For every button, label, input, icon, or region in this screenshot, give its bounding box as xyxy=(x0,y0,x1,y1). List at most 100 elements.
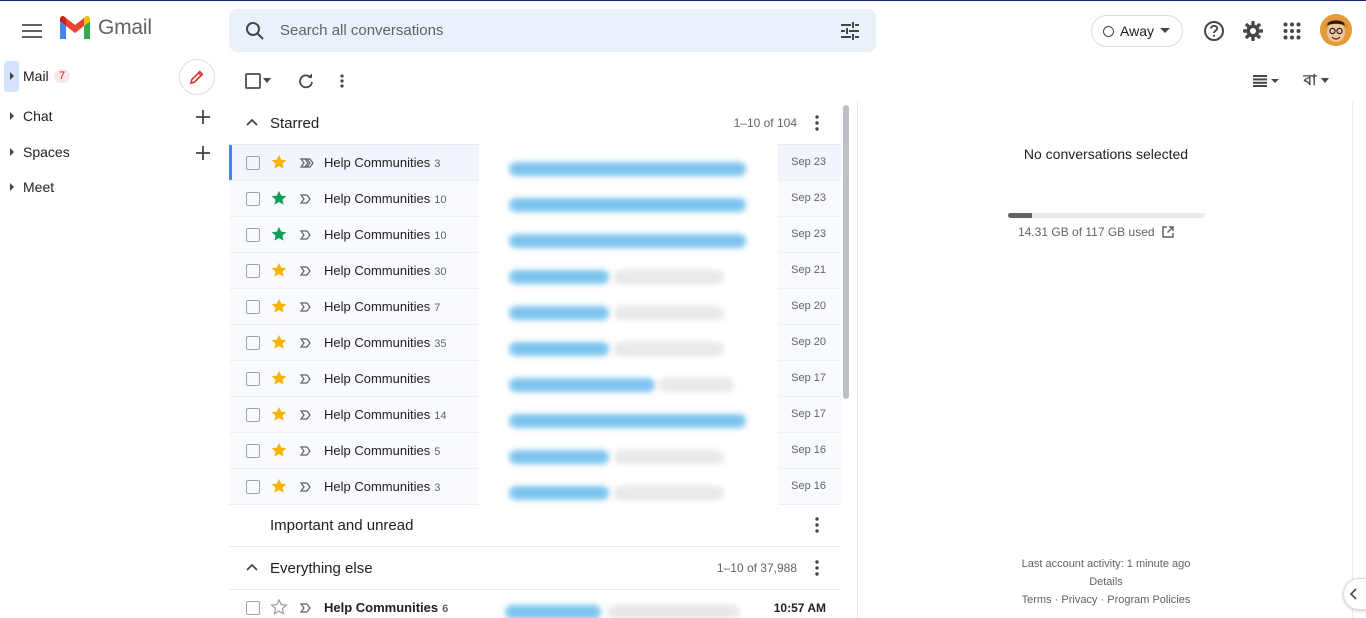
details-link[interactable]: Details xyxy=(858,576,1354,588)
row-sender: Help Communities 10 xyxy=(324,191,447,206)
redacted-subject xyxy=(509,198,746,212)
input-tools-button[interactable]: বা xyxy=(1300,71,1334,91)
star-icon[interactable] xyxy=(270,225,288,243)
nav-item-spaces[interactable]: Spaces xyxy=(0,137,170,167)
list-scrollbar[interactable] xyxy=(843,105,849,399)
open-in-new-icon[interactable] xyxy=(1161,225,1175,239)
more-vert-icon xyxy=(340,74,344,88)
row-date: Sep 20 xyxy=(791,336,826,348)
search-input[interactable] xyxy=(280,9,820,52)
new-space-button[interactable] xyxy=(192,142,214,164)
star-icon[interactable] xyxy=(270,189,288,207)
terms-link[interactable]: Terms xyxy=(1022,594,1052,606)
row-checkbox[interactable] xyxy=(246,444,260,458)
row-thread-count: 35 xyxy=(434,338,447,350)
refresh-button[interactable] xyxy=(296,71,316,91)
importance-marker-icon[interactable] xyxy=(298,335,314,351)
star-outline-icon[interactable] xyxy=(270,598,288,616)
nav-item-chat[interactable]: Chat xyxy=(0,101,170,131)
redacted-snippet xyxy=(614,306,724,320)
row-sender: Help Communities xyxy=(324,371,431,386)
star-icon[interactable] xyxy=(270,405,288,423)
row-checkbox[interactable] xyxy=(246,156,260,170)
select-dropdown-chevron-icon[interactable] xyxy=(262,77,272,85)
section-important[interactable]: Important and unread xyxy=(229,504,841,547)
row-sender: Help Communities 7 xyxy=(324,299,441,314)
mail-unread-badge: 7 xyxy=(54,69,71,83)
importance-marker-icon[interactable] xyxy=(298,443,314,459)
chevron-up-icon[interactable] xyxy=(244,115,260,131)
star-icon[interactable] xyxy=(270,333,288,351)
importance-marker-icon[interactable] xyxy=(298,227,314,243)
avatar-image xyxy=(1320,14,1352,46)
row-thread-count: 14 xyxy=(434,410,447,422)
row-date: 10:57 AM xyxy=(773,601,826,615)
account-avatar[interactable] xyxy=(1320,14,1352,46)
row-checkbox[interactable] xyxy=(246,408,260,422)
row-checkbox[interactable] xyxy=(246,372,260,386)
more-vert-icon[interactable] xyxy=(807,113,827,133)
program-policies-link[interactable]: Program Policies xyxy=(1107,594,1190,606)
importance-marker-icon[interactable] xyxy=(298,155,314,171)
section-everything-else[interactable]: Everything else 1–10 of 37,988 xyxy=(229,547,841,590)
redacted-subject xyxy=(509,450,609,464)
nav-label-mail: Mail xyxy=(23,68,49,84)
row-thread-count: 10 xyxy=(434,194,447,206)
star-icon[interactable] xyxy=(270,477,288,495)
search-options-icon[interactable] xyxy=(838,19,862,43)
row-sender: Help Communities 35 xyxy=(324,335,447,350)
table-row[interactable]: Help Communities 6 10:57 AM xyxy=(229,590,841,618)
redacted-subject xyxy=(509,234,746,248)
inbox-list: Starred 1–10 of 104 Help Communities 3 Sep… xyxy=(229,102,841,618)
storage-usage[interactable]: 14.31 GB of 117 GB used xyxy=(1018,225,1175,239)
star-icon[interactable] xyxy=(270,297,288,315)
star-icon[interactable] xyxy=(270,369,288,387)
row-thread-count: 3 xyxy=(434,482,441,494)
nav-item-meet[interactable]: Meet xyxy=(0,172,170,202)
row-checkbox[interactable] xyxy=(246,228,260,242)
more-actions-button[interactable] xyxy=(332,71,352,91)
importance-marker-icon[interactable] xyxy=(298,600,314,616)
row-date: Sep 17 xyxy=(791,408,826,420)
importance-marker-icon[interactable] xyxy=(298,407,314,423)
search-icon[interactable] xyxy=(243,19,267,43)
row-checkbox[interactable] xyxy=(246,480,260,494)
new-chat-button[interactable] xyxy=(192,106,214,128)
nav-item-mail[interactable]: Mail xyxy=(0,61,170,91)
row-checkbox[interactable] xyxy=(246,300,260,314)
settings-button[interactable] xyxy=(1238,16,1268,46)
privacy-link[interactable]: Privacy xyxy=(1061,594,1097,606)
density-toggle-button[interactable] xyxy=(1250,71,1284,91)
star-icon[interactable] xyxy=(270,261,288,279)
select-all-checkbox[interactable] xyxy=(245,73,261,89)
redacted-subject xyxy=(509,378,655,392)
row-date: Sep 16 xyxy=(791,444,826,456)
footer-links: Terms · Privacy · Program Policies xyxy=(858,594,1354,606)
row-checkbox[interactable] xyxy=(246,264,260,278)
last-activity: Last account activity: 1 minute ago xyxy=(1021,558,1191,570)
redacted-snippet xyxy=(659,378,734,392)
row-checkbox[interactable] xyxy=(246,192,260,206)
row-date: Sep 23 xyxy=(791,192,826,204)
help-button[interactable] xyxy=(1199,16,1229,46)
importance-marker-icon[interactable] xyxy=(298,191,314,207)
reading-pane: No conversations selected 14.31 GB of 11… xyxy=(857,102,1353,618)
apps-button[interactable] xyxy=(1277,16,1307,46)
status-button[interactable]: Away xyxy=(1091,15,1183,47)
compose-button[interactable] xyxy=(179,59,215,95)
chevron-up-icon[interactable] xyxy=(244,560,260,576)
main-menu-button[interactable] xyxy=(16,15,48,47)
more-vert-icon[interactable] xyxy=(807,515,827,535)
gmail-logo[interactable]: Gmail xyxy=(58,15,152,41)
star-icon[interactable] xyxy=(270,153,288,171)
importance-marker-icon[interactable] xyxy=(298,299,314,315)
importance-marker-icon[interactable] xyxy=(298,371,314,387)
redacted-subjects xyxy=(479,139,778,511)
more-vert-icon[interactable] xyxy=(807,558,827,578)
row-checkbox[interactable] xyxy=(246,336,260,350)
importance-marker-icon[interactable] xyxy=(298,479,314,495)
row-checkbox[interactable] xyxy=(246,601,260,615)
redacted-subject xyxy=(505,605,601,618)
importance-marker-icon[interactable] xyxy=(298,263,314,279)
star-icon[interactable] xyxy=(270,441,288,459)
